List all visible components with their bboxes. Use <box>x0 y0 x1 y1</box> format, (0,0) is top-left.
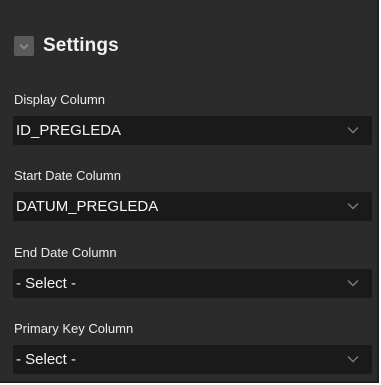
start-date-column-select[interactable]: DATUM_PREGLEDA <box>13 192 372 221</box>
chevron-down-icon <box>347 279 359 287</box>
display-column-label: Display Column <box>14 92 106 107</box>
end-date-column-label: End Date Column <box>14 245 117 260</box>
chevron-down-icon <box>347 202 359 210</box>
collapse-toggle-button[interactable] <box>14 36 34 56</box>
primary-key-column-select[interactable]: - Select - <box>13 345 372 374</box>
start-date-column-label: Start Date Column <box>14 168 121 183</box>
start-date-column-value: DATUM_PREGLEDA <box>16 198 159 215</box>
start-date-column-field: Start Date Column DATUM_PREGLEDA <box>13 168 372 221</box>
settings-panel: Settings Display Column ID_PREGLEDA Star… <box>0 0 379 383</box>
settings-header: Settings <box>14 34 119 58</box>
display-column-value: ID_PREGLEDA <box>16 122 122 139</box>
chevron-down-icon <box>19 43 29 50</box>
primary-key-column-field: Primary Key Column - Select - <box>13 321 372 374</box>
primary-key-column-value: - Select - <box>16 351 77 368</box>
end-date-column-select[interactable]: - Select - <box>13 269 372 298</box>
panel-title: Settings <box>43 35 119 56</box>
chevron-down-icon <box>347 355 359 363</box>
chevron-down-icon <box>347 126 359 134</box>
display-column-select[interactable]: ID_PREGLEDA <box>13 116 372 145</box>
display-column-field: Display Column ID_PREGLEDA <box>13 92 372 145</box>
primary-key-column-label: Primary Key Column <box>14 321 134 336</box>
end-date-column-value: - Select - <box>16 275 77 292</box>
end-date-column-field: End Date Column - Select - <box>13 245 372 298</box>
